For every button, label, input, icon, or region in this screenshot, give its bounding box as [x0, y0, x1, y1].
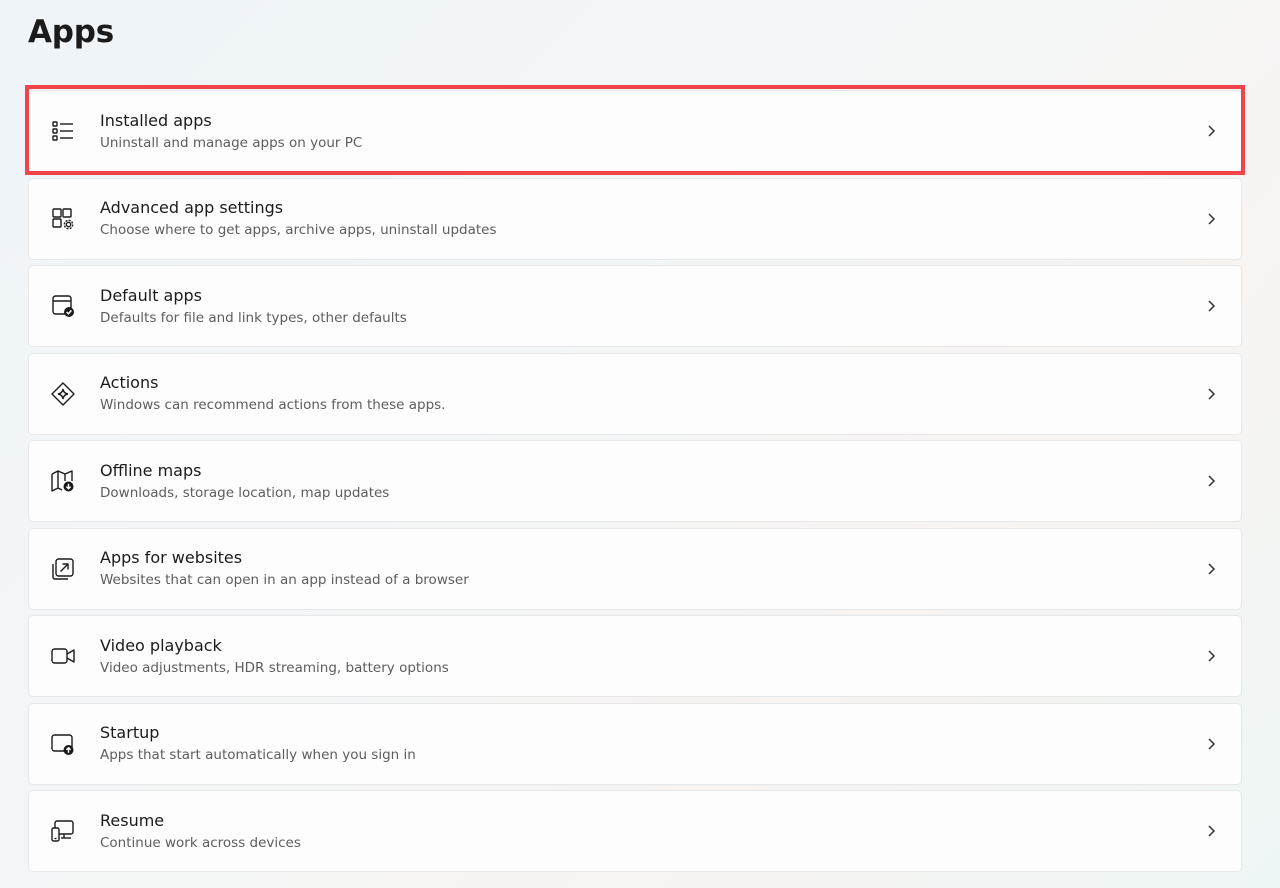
card-subtitle: Windows can recommend actions from these… — [100, 397, 446, 413]
card-subtitle: Downloads, storage location, map updates — [100, 484, 390, 501]
actions-card[interactable]: Actions Windows can recommend actions fr… — [28, 352, 1242, 435]
card-subtitle: Choose where to get apps, archive apps, … — [100, 222, 497, 238]
open-in-app-icon — [49, 555, 77, 583]
card-subtitle: Defaults for file and link types, other … — [100, 309, 407, 326]
default-apps-card[interactable]: Default apps Defaults for file and link … — [28, 265, 1242, 347]
chevron-right-icon — [1205, 561, 1217, 577]
video-camera-icon — [49, 642, 77, 670]
window-upload-icon — [49, 730, 77, 758]
window-check-icon — [49, 292, 77, 320]
chevron-right-icon — [1205, 298, 1217, 314]
card-title: Actions — [100, 373, 159, 392]
chevron-right-icon — [1205, 123, 1217, 139]
page-title: Apps — [28, 14, 115, 50]
startup-card[interactable]: Startup Apps that start automatically wh… — [28, 702, 1242, 785]
card-title: Advanced app settings — [100, 198, 284, 217]
card-subtitle: Apps that start automatically when you s… — [100, 747, 416, 763]
list-icon — [49, 117, 77, 145]
chevron-right-icon — [1205, 386, 1217, 402]
apps-for-websites-card[interactable]: Apps for websites Websites that can open… — [28, 527, 1242, 610]
video-playback-card[interactable]: Video playback Video adjustments, HDR st… — [28, 615, 1242, 697]
chevron-right-icon — [1205, 211, 1217, 227]
map-download-icon — [49, 467, 77, 495]
settings-list: Installed apps Uninstall and manage apps… — [25, 85, 1245, 878]
card-title: Resume — [100, 810, 165, 830]
resume-card[interactable]: Resume Continue work across devices — [28, 790, 1242, 872]
installed-apps-card[interactable]: Installed apps Uninstall and manage apps… — [25, 85, 1245, 175]
advanced-app-settings-card[interactable]: Advanced app settings Choose where to ge… — [28, 177, 1242, 260]
card-subtitle: Websites that can open in an app instead… — [100, 572, 469, 588]
card-subtitle: Video adjustments, HDR streaming, batter… — [100, 659, 449, 676]
chevron-right-icon — [1205, 648, 1217, 664]
chevron-right-icon — [1205, 473, 1217, 489]
card-subtitle: Continue work across devices — [100, 834, 301, 851]
devices-icon — [49, 817, 77, 845]
offline-maps-card[interactable]: Offline maps Downloads, storage location… — [28, 440, 1242, 522]
card-title: Offline maps — [100, 460, 202, 480]
card-title: Apps for websites — [100, 548, 243, 567]
card-subtitle: Uninstall and manage apps on your PC — [100, 134, 363, 151]
chevron-right-icon — [1205, 823, 1217, 839]
card-title: Installed apps — [100, 110, 212, 130]
card-title: Startup — [100, 723, 160, 742]
card-title: Video playback — [100, 635, 222, 655]
chevron-right-icon — [1205, 736, 1217, 752]
card-title: Default apps — [100, 285, 202, 305]
sparkle-diamond-icon — [49, 380, 77, 408]
grid-gear-icon — [49, 205, 77, 233]
